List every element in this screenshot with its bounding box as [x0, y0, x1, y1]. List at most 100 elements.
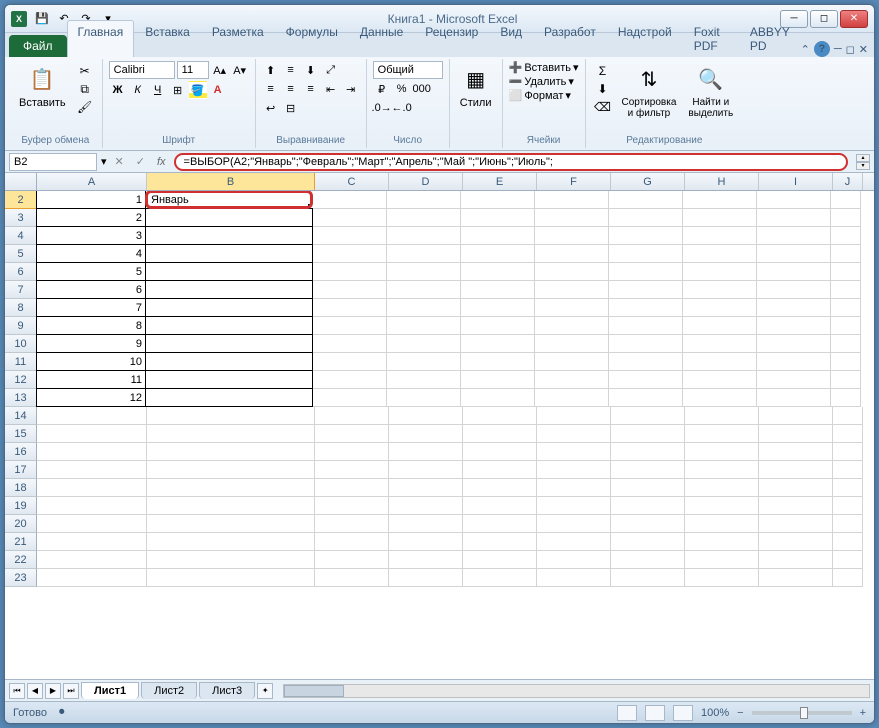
- ribbon-tab-надстрой[interactable]: Надстрой: [607, 20, 683, 57]
- cell-G10[interactable]: [609, 335, 683, 353]
- cell-E5[interactable]: [461, 245, 535, 263]
- row-header-21[interactable]: 21: [5, 533, 37, 551]
- cell-I18[interactable]: [759, 479, 833, 497]
- cell-G12[interactable]: [609, 371, 683, 389]
- cell-A10[interactable]: 9: [36, 334, 146, 353]
- cell-C17[interactable]: [315, 461, 389, 479]
- cell-F3[interactable]: [535, 209, 609, 227]
- cell-E9[interactable]: [461, 317, 535, 335]
- cell-J3[interactable]: [831, 209, 861, 227]
- row-header-4[interactable]: 4: [5, 227, 37, 245]
- cell-D21[interactable]: [389, 533, 463, 551]
- cell-G21[interactable]: [611, 533, 685, 551]
- increase-font-icon[interactable]: A▴: [211, 61, 229, 79]
- cell-A15[interactable]: [37, 425, 147, 443]
- cell-H5[interactable]: [683, 245, 757, 263]
- cell-G2[interactable]: [609, 191, 683, 209]
- cell-B15[interactable]: [147, 425, 315, 443]
- ribbon-tab-рецензир[interactable]: Рецензир: [414, 20, 489, 57]
- insert-cells-button[interactable]: ➕Вставить▾: [509, 61, 579, 74]
- cells-grid[interactable]: 21Январь32435465768798109111012111312141…: [5, 191, 874, 679]
- close-button[interactable]: ✕: [840, 10, 868, 28]
- comma-icon[interactable]: 000: [413, 80, 431, 98]
- cell-H23[interactable]: [685, 569, 759, 587]
- cell-J7[interactable]: [831, 281, 861, 299]
- cell-A5[interactable]: 4: [36, 244, 146, 263]
- fill-color-button[interactable]: 🪣: [189, 81, 207, 99]
- cell-A14[interactable]: [37, 407, 147, 425]
- sort-filter-button[interactable]: ⇅ Сортировка и фильтр: [618, 61, 681, 121]
- cell-C12[interactable]: [313, 371, 387, 389]
- cell-B8[interactable]: [145, 298, 313, 317]
- column-header-H[interactable]: H: [685, 173, 759, 190]
- cell-H15[interactable]: [685, 425, 759, 443]
- cell-F14[interactable]: [537, 407, 611, 425]
- cell-E8[interactable]: [461, 299, 535, 317]
- cell-B18[interactable]: [147, 479, 315, 497]
- cell-H8[interactable]: [683, 299, 757, 317]
- cell-H17[interactable]: [685, 461, 759, 479]
- cell-J21[interactable]: [833, 533, 863, 551]
- ribbon-collapse-icon[interactable]: ⌃: [801, 43, 810, 56]
- cell-A6[interactable]: 5: [36, 262, 146, 281]
- macro-record-icon[interactable]: ⏺: [59, 706, 65, 719]
- cell-C16[interactable]: [315, 443, 389, 461]
- cell-J14[interactable]: [833, 407, 863, 425]
- cell-G17[interactable]: [611, 461, 685, 479]
- name-box[interactable]: B2: [9, 153, 97, 171]
- cell-F20[interactable]: [537, 515, 611, 533]
- row-header-3[interactable]: 3: [5, 209, 37, 227]
- cell-A17[interactable]: [37, 461, 147, 479]
- cell-D9[interactable]: [387, 317, 461, 335]
- zoom-out-icon[interactable]: −: [737, 707, 743, 719]
- cell-D3[interactable]: [387, 209, 461, 227]
- page-layout-view-icon[interactable]: [645, 705, 665, 721]
- zoom-thumb[interactable]: [800, 707, 808, 719]
- cell-E11[interactable]: [461, 353, 535, 371]
- font-name-combo[interactable]: Calibri: [109, 61, 175, 79]
- cell-F17[interactable]: [537, 461, 611, 479]
- cell-H19[interactable]: [685, 497, 759, 515]
- new-sheet-icon[interactable]: ✦: [257, 683, 273, 699]
- cell-B17[interactable]: [147, 461, 315, 479]
- cell-D19[interactable]: [389, 497, 463, 515]
- cell-G18[interactable]: [611, 479, 685, 497]
- cell-C23[interactable]: [315, 569, 389, 587]
- cell-F4[interactable]: [535, 227, 609, 245]
- row-header-2[interactable]: 2: [5, 191, 37, 209]
- enter-formula-icon[interactable]: ✓: [132, 155, 149, 168]
- cell-J22[interactable]: [833, 551, 863, 569]
- align-left-icon[interactable]: ≡: [262, 80, 280, 98]
- cell-F10[interactable]: [535, 335, 609, 353]
- cell-C6[interactable]: [313, 263, 387, 281]
- cell-C9[interactable]: [313, 317, 387, 335]
- sheet-nav-last-icon[interactable]: ⏭: [63, 683, 79, 699]
- cell-J18[interactable]: [833, 479, 863, 497]
- cell-I2[interactable]: [757, 191, 831, 209]
- cell-C7[interactable]: [313, 281, 387, 299]
- bold-button[interactable]: Ж: [109, 81, 127, 99]
- cell-H6[interactable]: [683, 263, 757, 281]
- cell-I7[interactable]: [757, 281, 831, 299]
- cell-B10[interactable]: [145, 334, 313, 353]
- cell-D6[interactable]: [387, 263, 461, 281]
- autosum-icon[interactable]: Σ: [594, 63, 612, 79]
- align-center-icon[interactable]: ≡: [282, 80, 300, 98]
- cell-H7[interactable]: [683, 281, 757, 299]
- cell-C8[interactable]: [313, 299, 387, 317]
- cell-H18[interactable]: [685, 479, 759, 497]
- column-header-B[interactable]: B: [147, 173, 315, 190]
- cell-I16[interactable]: [759, 443, 833, 461]
- file-tab[interactable]: Файл: [9, 35, 67, 57]
- cell-D22[interactable]: [389, 551, 463, 569]
- cell-H12[interactable]: [683, 371, 757, 389]
- formula-bar[interactable]: =ВЫБОР(A2;"Январь";"Февраль";"Март";"Апр…: [174, 153, 848, 171]
- cell-C2[interactable]: [313, 191, 387, 209]
- cell-G23[interactable]: [611, 569, 685, 587]
- cell-J8[interactable]: [831, 299, 861, 317]
- horizontal-scrollbar[interactable]: [283, 684, 870, 698]
- cell-J2[interactable]: [831, 191, 861, 209]
- cell-D7[interactable]: [387, 281, 461, 299]
- cell-G22[interactable]: [611, 551, 685, 569]
- row-header-10[interactable]: 10: [5, 335, 37, 353]
